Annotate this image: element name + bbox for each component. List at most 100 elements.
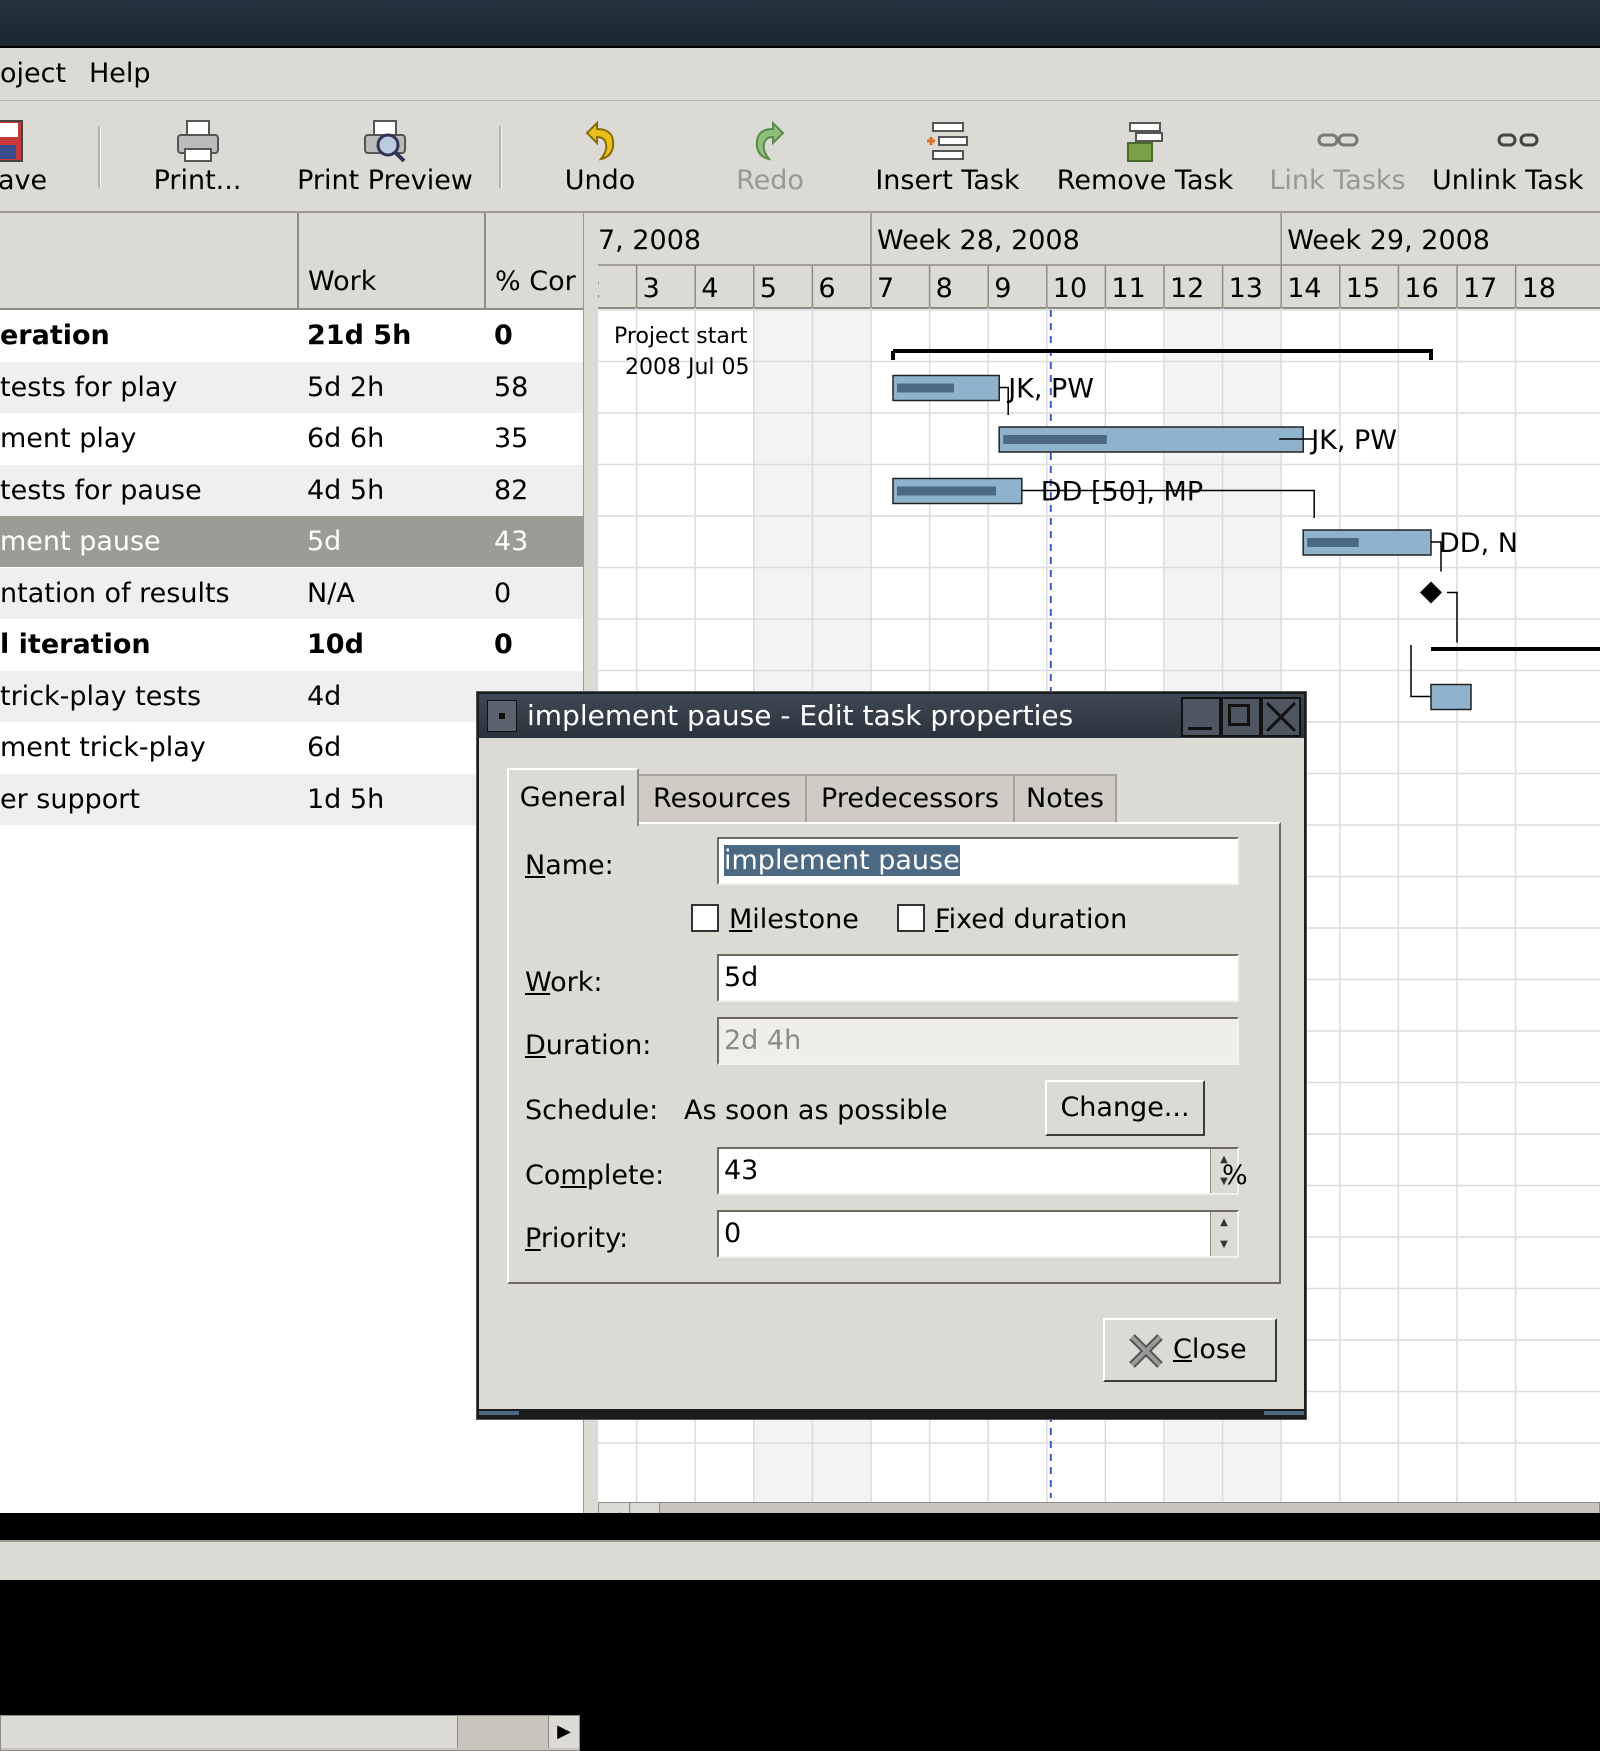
table-row[interactable]: ntation of results N/A 0 xyxy=(0,567,583,619)
minimize-icon[interactable] xyxy=(1181,697,1221,737)
remove-task-button[interactable]: Remove Task xyxy=(1045,101,1245,211)
task-table-scrollbar[interactable]: ▶ xyxy=(0,1715,580,1751)
window-menu-icon[interactable] xyxy=(487,700,517,732)
day-tick-label: 18 xyxy=(1522,273,1556,304)
cell-work: 10d xyxy=(307,629,364,660)
cell-complete: 0 xyxy=(494,320,513,351)
tab-resources[interactable]: Resources xyxy=(637,774,807,824)
complete-unit: % xyxy=(1222,1160,1248,1191)
task-progress xyxy=(897,383,954,393)
cell-name: ment pause xyxy=(0,526,161,557)
day-tick-label: 4 xyxy=(701,273,718,304)
table-row[interactable]: tests for pause 4d 5h 82 xyxy=(0,464,583,516)
menu-help[interactable]: Help xyxy=(89,58,151,89)
work-input[interactable]: 5d xyxy=(717,954,1239,1002)
cell-complete: 35 xyxy=(494,423,529,454)
scrollbar-thumb[interactable] xyxy=(631,1503,660,1513)
cell-complete: 0 xyxy=(494,629,513,660)
tab-predecessors[interactable]: Predecessors xyxy=(805,774,1015,824)
table-row[interactable]: ment play 6d 6h 35 xyxy=(0,413,583,464)
dialog-titlebar[interactable]: implement pause - Edit task properties xyxy=(479,694,1304,738)
cell-work: 4d 5h xyxy=(307,474,385,506)
statusbar xyxy=(0,1540,1600,1580)
name-label: Name: xyxy=(525,850,614,881)
schedule-value: As soon as possible xyxy=(684,1095,948,1126)
week-label: Week 28, 2008 xyxy=(877,225,1080,256)
cell-work: 6d xyxy=(307,732,342,763)
close-window-icon[interactable] xyxy=(1261,697,1301,737)
task-progress xyxy=(1003,435,1107,444)
save-button[interactable]: ave xyxy=(0,101,50,211)
toolbar-separator xyxy=(98,126,101,188)
table-row[interactable]: tests for play 5d 2h 58 xyxy=(0,361,583,413)
day-tick-label: 8 xyxy=(936,273,953,304)
cell-name: tests for play xyxy=(0,371,178,403)
cell-name: trick-play tests xyxy=(0,680,202,712)
cell-name: ment trick-play xyxy=(0,732,206,763)
cell-complete: 58 xyxy=(494,371,529,403)
cell-work: 5d 2h xyxy=(307,371,385,403)
column-header-complete[interactable]: % Cor xyxy=(486,213,581,308)
gantt-scrollbar[interactable]: ◀ xyxy=(598,1502,1600,1513)
redo-button[interactable]: Redo xyxy=(715,101,825,211)
cell-name: l iteration xyxy=(0,629,151,660)
day-tick-label: 15 xyxy=(1346,273,1380,304)
table-row[interactable]: ment pause 5d 43 xyxy=(0,516,583,567)
day-tick-label: 5 xyxy=(760,273,777,304)
scroll-right-button[interactable]: ▶ xyxy=(548,1716,579,1748)
edit-task-dialog: implement pause - Edit task properties G… xyxy=(477,692,1306,1419)
menubar: oject Help xyxy=(0,48,1600,101)
milestone-label[interactable]: Milestone xyxy=(729,904,859,935)
insert-task-icon xyxy=(926,122,968,160)
day-tick-label: 6 xyxy=(818,273,835,304)
undo-icon xyxy=(585,120,615,161)
link-icon xyxy=(1317,133,1358,147)
close-button[interactable]: Close xyxy=(1103,1318,1277,1382)
insert-task-button[interactable]: Insert Task xyxy=(860,101,1035,211)
toolbar: ave Print... Print Preview Undo Redo Ins… xyxy=(0,101,1600,213)
undo-button[interactable]: Undo xyxy=(545,101,655,211)
resource-label: DD [50], MP xyxy=(1041,477,1203,508)
milestone-checkbox[interactable] xyxy=(691,904,719,932)
print-preview-icon xyxy=(364,120,406,163)
fixed-duration-checkbox[interactable] xyxy=(897,904,925,932)
spin-buttons[interactable]: ▲ ▼ xyxy=(1210,1212,1237,1256)
column-header-name[interactable] xyxy=(0,213,299,308)
cell-name: tests for pause xyxy=(0,474,202,506)
work-label: Work: xyxy=(525,967,603,998)
cell-complete: 82 xyxy=(494,474,529,506)
duration-input: 2d 4h xyxy=(717,1017,1239,1065)
dialog-bottom-frame[interactable] xyxy=(479,1409,1304,1417)
cell-work: 21d 5h xyxy=(307,320,412,351)
cell-complete: 0 xyxy=(494,577,512,609)
priority-spinbox[interactable]: 0 ▲ ▼ xyxy=(717,1210,1239,1258)
print-preview-button[interactable]: Print Preview xyxy=(290,101,480,211)
table-row[interactable]: eration 21d 5h 0 xyxy=(0,310,583,361)
day-tick-label: 16 xyxy=(1404,273,1438,304)
name-input[interactable]: implement pause xyxy=(717,837,1239,885)
print-button[interactable]: Print... xyxy=(140,101,255,211)
task-progress xyxy=(897,486,997,496)
window-titlebar[interactable] xyxy=(0,0,1600,48)
scroll-left-button[interactable]: ◀ xyxy=(599,1503,630,1513)
fixed-duration-label[interactable]: Fixed duration xyxy=(935,904,1127,935)
maximize-icon[interactable] xyxy=(1221,697,1261,737)
complete-spinbox[interactable]: 43 ▲ ▼ xyxy=(717,1147,1239,1195)
day-tick-label: 10 xyxy=(1053,273,1087,304)
cell-name: ment play xyxy=(0,423,137,454)
cell-work: 6d 6h xyxy=(307,423,385,454)
toolbar-separator xyxy=(499,126,502,188)
link-tasks-button[interactable]: Link Tasks xyxy=(1250,101,1425,211)
task-progress xyxy=(1307,538,1359,547)
cell-work: 1d 5h xyxy=(307,783,385,815)
unlink-task-button[interactable]: Unlink Task xyxy=(1430,101,1600,211)
menu-project[interactable]: oject xyxy=(0,58,66,89)
tab-notes[interactable]: Notes xyxy=(1013,774,1117,824)
column-header-work[interactable]: Work xyxy=(299,213,486,308)
scrollbar-thumb[interactable] xyxy=(1,1716,458,1748)
project-start-date: 2008 Jul 05 xyxy=(625,355,750,380)
tab-general[interactable]: General xyxy=(507,768,639,826)
table-row[interactable]: l iteration 10d 0 xyxy=(0,619,583,670)
change-schedule-button[interactable]: Change... xyxy=(1045,1080,1205,1136)
general-tab-panel: Name: implement pause Milestone Fixed du… xyxy=(507,822,1281,1284)
